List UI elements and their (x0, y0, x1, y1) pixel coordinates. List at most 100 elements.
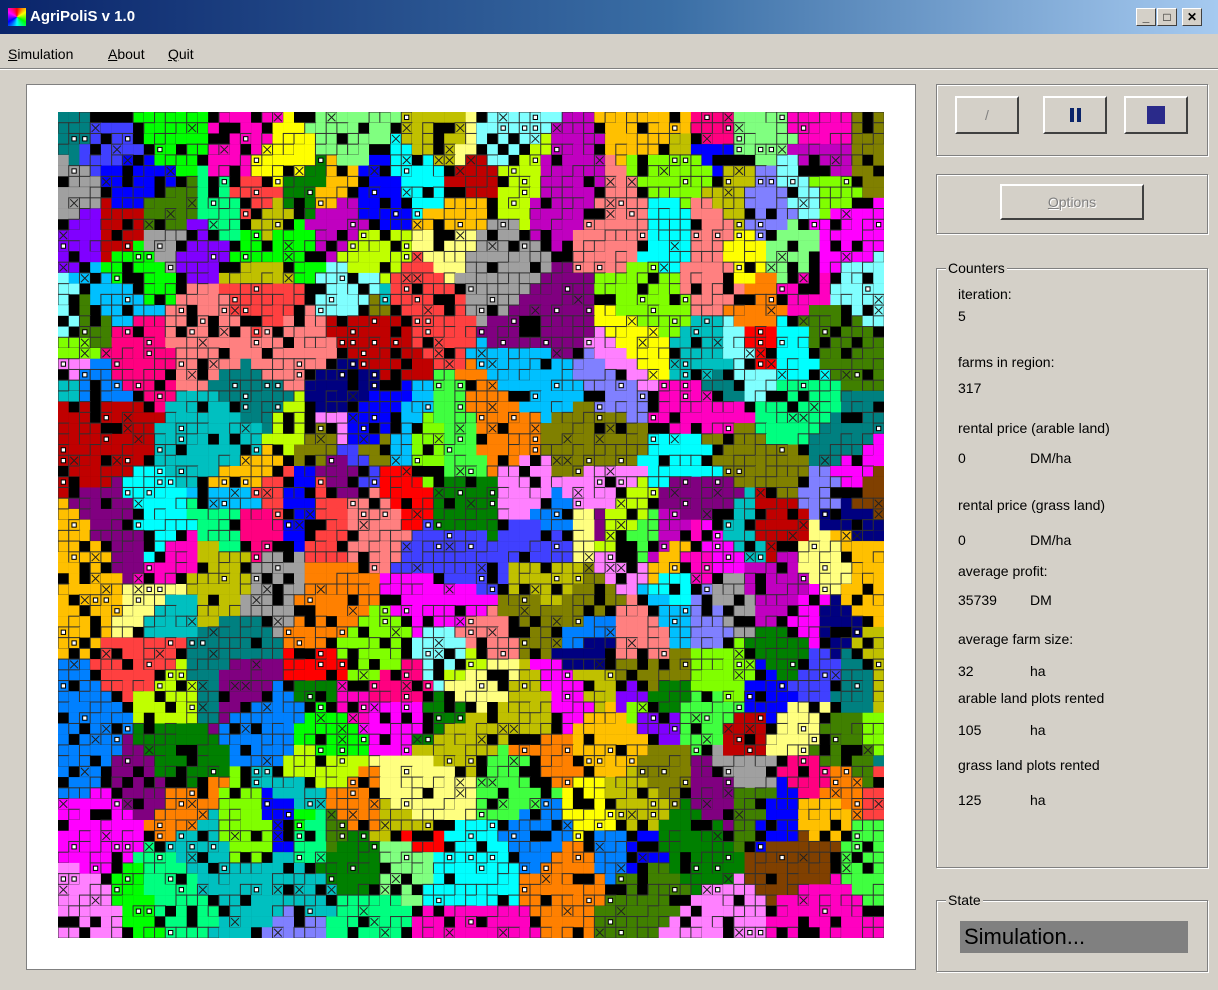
map-plot (594, 669, 606, 681)
map-plot (176, 584, 187, 595)
map-plot (647, 615, 660, 628)
map-plot (165, 508, 177, 520)
map-plot (132, 112, 145, 124)
map-plot (143, 605, 155, 617)
map-plot (154, 573, 166, 585)
map-plot (819, 305, 831, 317)
map-plot (862, 529, 874, 542)
map-plot (637, 466, 649, 477)
map-plot (261, 358, 273, 370)
map-plot (412, 605, 423, 617)
map-plot (636, 497, 649, 510)
map-plot (583, 208, 595, 220)
map-plot (121, 197, 134, 210)
map-plot (615, 187, 627, 199)
map-plot (808, 197, 821, 210)
farmstead-marker (672, 318, 678, 324)
map-plot (218, 702, 230, 713)
map-plot (465, 240, 478, 253)
map-plot (100, 573, 112, 585)
maximize-button[interactable]: □ (1157, 8, 1177, 26)
map-plot (390, 476, 402, 489)
farmstead-marker (457, 404, 463, 410)
map-plot (583, 498, 595, 510)
map-plot (787, 144, 799, 156)
map-plot (412, 498, 423, 510)
map-plot (400, 444, 413, 456)
map-plot (186, 605, 198, 617)
map-plot (390, 605, 402, 617)
map-plot (401, 358, 413, 370)
map-plot (851, 584, 863, 595)
map-plot (347, 122, 359, 134)
map-plot (186, 455, 198, 467)
map-plot (121, 444, 134, 456)
map-plot (347, 669, 359, 681)
map-plot (229, 218, 242, 231)
farmstead-marker (468, 286, 474, 292)
map-plot (572, 187, 584, 199)
map-plot (218, 659, 230, 671)
farmstead-marker (114, 275, 120, 281)
map-plot (444, 187, 456, 199)
map-plot (701, 401, 713, 413)
map-plot (379, 187, 391, 199)
map-plot (690, 133, 702, 145)
map-plot (154, 659, 166, 671)
map-plot (196, 658, 209, 671)
map-plot (422, 293, 435, 306)
map-plot (754, 476, 767, 489)
farmstead-marker (307, 597, 313, 603)
map-plot (851, 305, 863, 317)
map-plot (240, 230, 252, 241)
map-plot (111, 283, 123, 295)
map-plot (90, 348, 102, 359)
map-plot (412, 262, 423, 274)
map-plot (733, 272, 745, 284)
map-plot (326, 626, 338, 638)
farmstead-marker (264, 329, 270, 335)
map-plot (637, 262, 649, 274)
map-plot (615, 250, 628, 263)
map-plot (680, 272, 692, 284)
close-button[interactable]: ✕ (1182, 8, 1202, 26)
map-plot (819, 240, 831, 252)
map-plot (379, 219, 391, 231)
farmstead-marker (446, 533, 453, 539)
map-plot (830, 626, 842, 638)
map-plot (872, 208, 884, 220)
map-plot (368, 240, 381, 253)
map-plot (401, 508, 413, 520)
map-plot (347, 648, 359, 660)
map-plot (79, 358, 91, 370)
menu-quit[interactable]: Quit (168, 46, 194, 62)
menu-simulation[interactable]: Simulation (8, 46, 73, 62)
map-plot (283, 165, 295, 177)
minimize-button[interactable]: _ (1136, 8, 1156, 26)
map-plot (325, 476, 338, 489)
map-plot (690, 304, 703, 317)
map-plot (872, 519, 884, 532)
farmstead-marker (629, 211, 635, 217)
menu-about[interactable]: About (108, 46, 145, 62)
map-plot (251, 626, 263, 638)
map-plot (79, 230, 91, 241)
map-plot (208, 680, 220, 692)
map-plot (111, 337, 123, 349)
map-plot (711, 422, 724, 435)
map-plot (90, 208, 102, 220)
map-plot (218, 551, 231, 564)
map-plot (218, 412, 230, 424)
map-plot (562, 519, 574, 531)
map-plot (766, 712, 777, 724)
minimize-icon: _ (1142, 10, 1150, 24)
map-plot (176, 133, 187, 145)
map-plot (862, 519, 874, 532)
map-plot (325, 722, 338, 735)
map-plot (594, 530, 606, 542)
map-plot (540, 208, 552, 220)
title-bar[interactable]: AgriPoliS v 1.0 _ □ ✕ (0, 0, 1218, 34)
farmstead-marker (371, 372, 378, 378)
map-plot (294, 112, 305, 123)
map-plot (487, 315, 499, 327)
